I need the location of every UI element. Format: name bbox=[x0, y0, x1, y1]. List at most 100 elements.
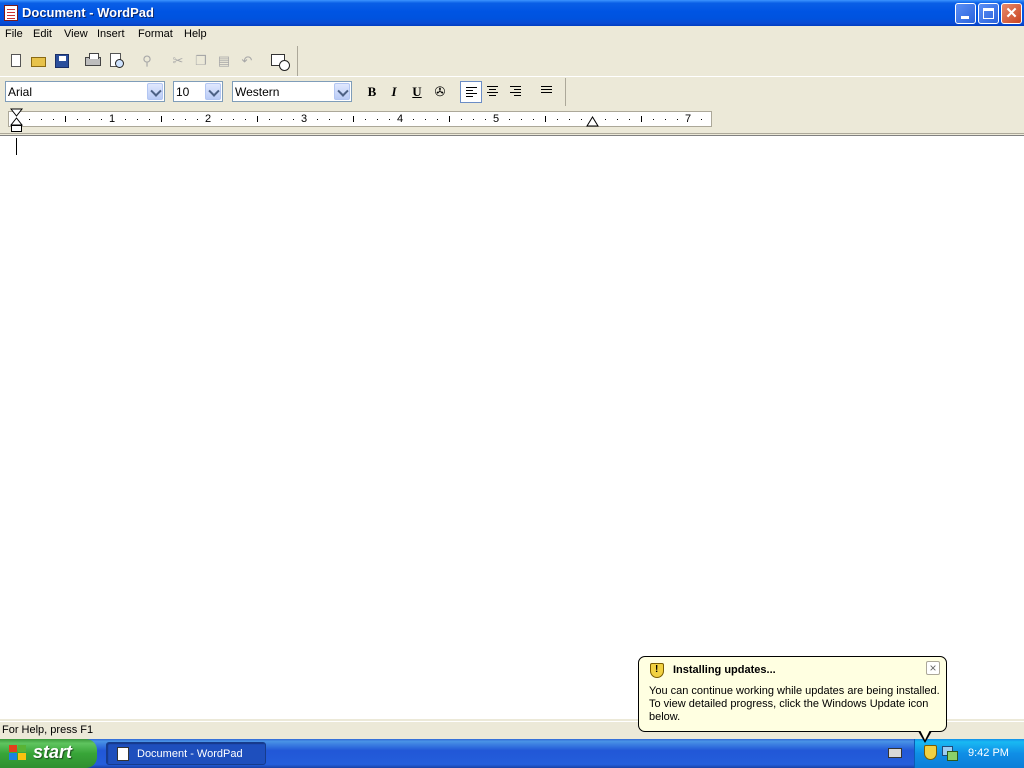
align-right-button[interactable] bbox=[505, 81, 527, 103]
ruler-dot bbox=[149, 119, 150, 120]
chevron-down-icon[interactable] bbox=[334, 83, 350, 100]
ruler-tick bbox=[641, 116, 642, 122]
undo-button[interactable]: ↶ bbox=[237, 51, 257, 71]
align-center-icon bbox=[487, 86, 498, 97]
ruler-dot bbox=[605, 119, 606, 120]
paste-button[interactable]: ▤ bbox=[214, 51, 234, 71]
date-time-icon bbox=[271, 54, 290, 71]
close-icon: ✕ bbox=[1005, 5, 1018, 22]
font-script-value: Western bbox=[235, 85, 280, 99]
ruler-dot bbox=[317, 119, 318, 120]
ruler-dot bbox=[389, 119, 390, 120]
print-button[interactable] bbox=[83, 51, 103, 71]
ruler-dot bbox=[365, 119, 366, 120]
windows-update-shield-icon bbox=[650, 663, 664, 678]
update-balloon[interactable]: Installing updates... × You can continue… bbox=[638, 656, 947, 732]
date-time-button[interactable] bbox=[268, 51, 290, 71]
chevron-down-icon[interactable] bbox=[147, 83, 163, 100]
balloon-tail-inner bbox=[920, 730, 930, 740]
cut-scissors-icon: ✂ bbox=[172, 53, 184, 68]
ruler-dot bbox=[629, 119, 630, 120]
color-button[interactable]: ✇ bbox=[429, 81, 451, 103]
balloon-body: You can continue working while updates a… bbox=[649, 685, 940, 723]
new-button[interactable] bbox=[6, 51, 26, 71]
network-icon[interactable] bbox=[942, 746, 958, 761]
ruler-strip: 1 2 3 4 5 7 bbox=[8, 111, 712, 127]
ruler-dot bbox=[269, 119, 270, 120]
close-button[interactable]: ✕ bbox=[1001, 3, 1022, 24]
ruler-dot bbox=[617, 119, 618, 120]
restore-icon bbox=[983, 8, 994, 19]
ruler-dot bbox=[293, 119, 294, 120]
print-preview-button[interactable] bbox=[106, 51, 126, 71]
cut-button[interactable]: ✂ bbox=[168, 51, 188, 71]
toolbar-separator bbox=[0, 76, 1024, 77]
italic-button[interactable]: I bbox=[383, 81, 405, 103]
ruler-dot bbox=[29, 119, 30, 120]
ruler-dot bbox=[557, 119, 558, 120]
font-name-combo[interactable]: Arial bbox=[5, 81, 165, 102]
ruler-dot bbox=[581, 119, 582, 120]
ruler-dot bbox=[677, 119, 678, 120]
align-right-icon bbox=[510, 86, 521, 97]
bullets-button[interactable] bbox=[536, 81, 558, 103]
menu-file[interactable]: File bbox=[5, 28, 23, 40]
find-button[interactable]: ⚲ bbox=[137, 51, 157, 71]
taskbar-wordpad-button[interactable]: Document - WordPad bbox=[106, 742, 266, 765]
ruler-number: 3 bbox=[301, 113, 308, 125]
minimize-button[interactable] bbox=[955, 3, 976, 24]
menu-insert[interactable]: Insert bbox=[97, 28, 125, 40]
keyboard-icon[interactable] bbox=[888, 748, 902, 758]
ruler-tick bbox=[545, 116, 546, 122]
ruler-dot bbox=[77, 119, 78, 120]
document-area[interactable] bbox=[0, 135, 1024, 719]
bold-button[interactable]: B bbox=[361, 81, 383, 103]
open-button[interactable] bbox=[29, 51, 49, 71]
font-size-combo[interactable]: 10 bbox=[173, 81, 223, 102]
ruler-dot bbox=[245, 119, 246, 120]
chevron-down-icon[interactable] bbox=[205, 83, 221, 100]
ruler-dot bbox=[89, 119, 90, 120]
font-size-value: 10 bbox=[176, 85, 190, 99]
ruler[interactable]: 1 2 3 4 5 7 bbox=[0, 108, 1024, 134]
restore-button[interactable] bbox=[978, 3, 999, 24]
clock[interactable]: 9:42 PM bbox=[968, 747, 1009, 759]
print-preview-icon bbox=[110, 53, 124, 68]
font-script-combo[interactable]: Western bbox=[232, 81, 352, 102]
align-left-button[interactable] bbox=[460, 81, 482, 103]
open-folder-icon bbox=[31, 57, 46, 67]
start-button[interactable]: start bbox=[0, 739, 97, 768]
ruler-dot bbox=[461, 119, 462, 120]
copy-button[interactable]: ❐ bbox=[191, 51, 211, 71]
save-button[interactable] bbox=[52, 51, 72, 71]
font-name-value: Arial bbox=[8, 85, 33, 99]
ruler-dot bbox=[329, 119, 330, 120]
balloon-close-button[interactable]: × bbox=[926, 661, 940, 675]
menu-help[interactable]: Help bbox=[184, 28, 207, 40]
underline-button[interactable]: U bbox=[406, 81, 428, 103]
balloon-title: Installing updates... bbox=[673, 664, 776, 676]
text-caret bbox=[16, 138, 17, 155]
right-indent-marker[interactable] bbox=[586, 115, 600, 129]
ruler-dot bbox=[53, 119, 54, 120]
new-document-icon bbox=[11, 54, 21, 67]
ruler-dot bbox=[185, 119, 186, 120]
ruler-dot bbox=[509, 119, 510, 120]
ruler-tick bbox=[257, 116, 258, 122]
ruler-number: 2 bbox=[205, 113, 212, 125]
align-center-button[interactable] bbox=[482, 81, 504, 103]
wordpad-icon[interactable] bbox=[4, 5, 18, 21]
menu-format[interactable]: Format bbox=[138, 28, 173, 40]
title-bar[interactable]: Document - WordPad ✕ bbox=[0, 0, 1024, 26]
ruler-dot bbox=[569, 119, 570, 120]
standard-toolbar: ⚲ ✂ ❐ ▤ ↶ bbox=[0, 46, 298, 76]
ruler-dot bbox=[341, 119, 342, 120]
ruler-number: 7 bbox=[685, 113, 692, 125]
color-palette-icon: ✇ bbox=[434, 84, 446, 99]
windows-update-shield-icon[interactable] bbox=[924, 745, 937, 760]
menu-view[interactable]: View bbox=[64, 28, 88, 40]
left-indent-marker[interactable] bbox=[10, 108, 24, 134]
menu-edit[interactable]: Edit bbox=[33, 28, 52, 40]
ruler-dot bbox=[101, 119, 102, 120]
ruler-number: 4 bbox=[397, 113, 404, 125]
